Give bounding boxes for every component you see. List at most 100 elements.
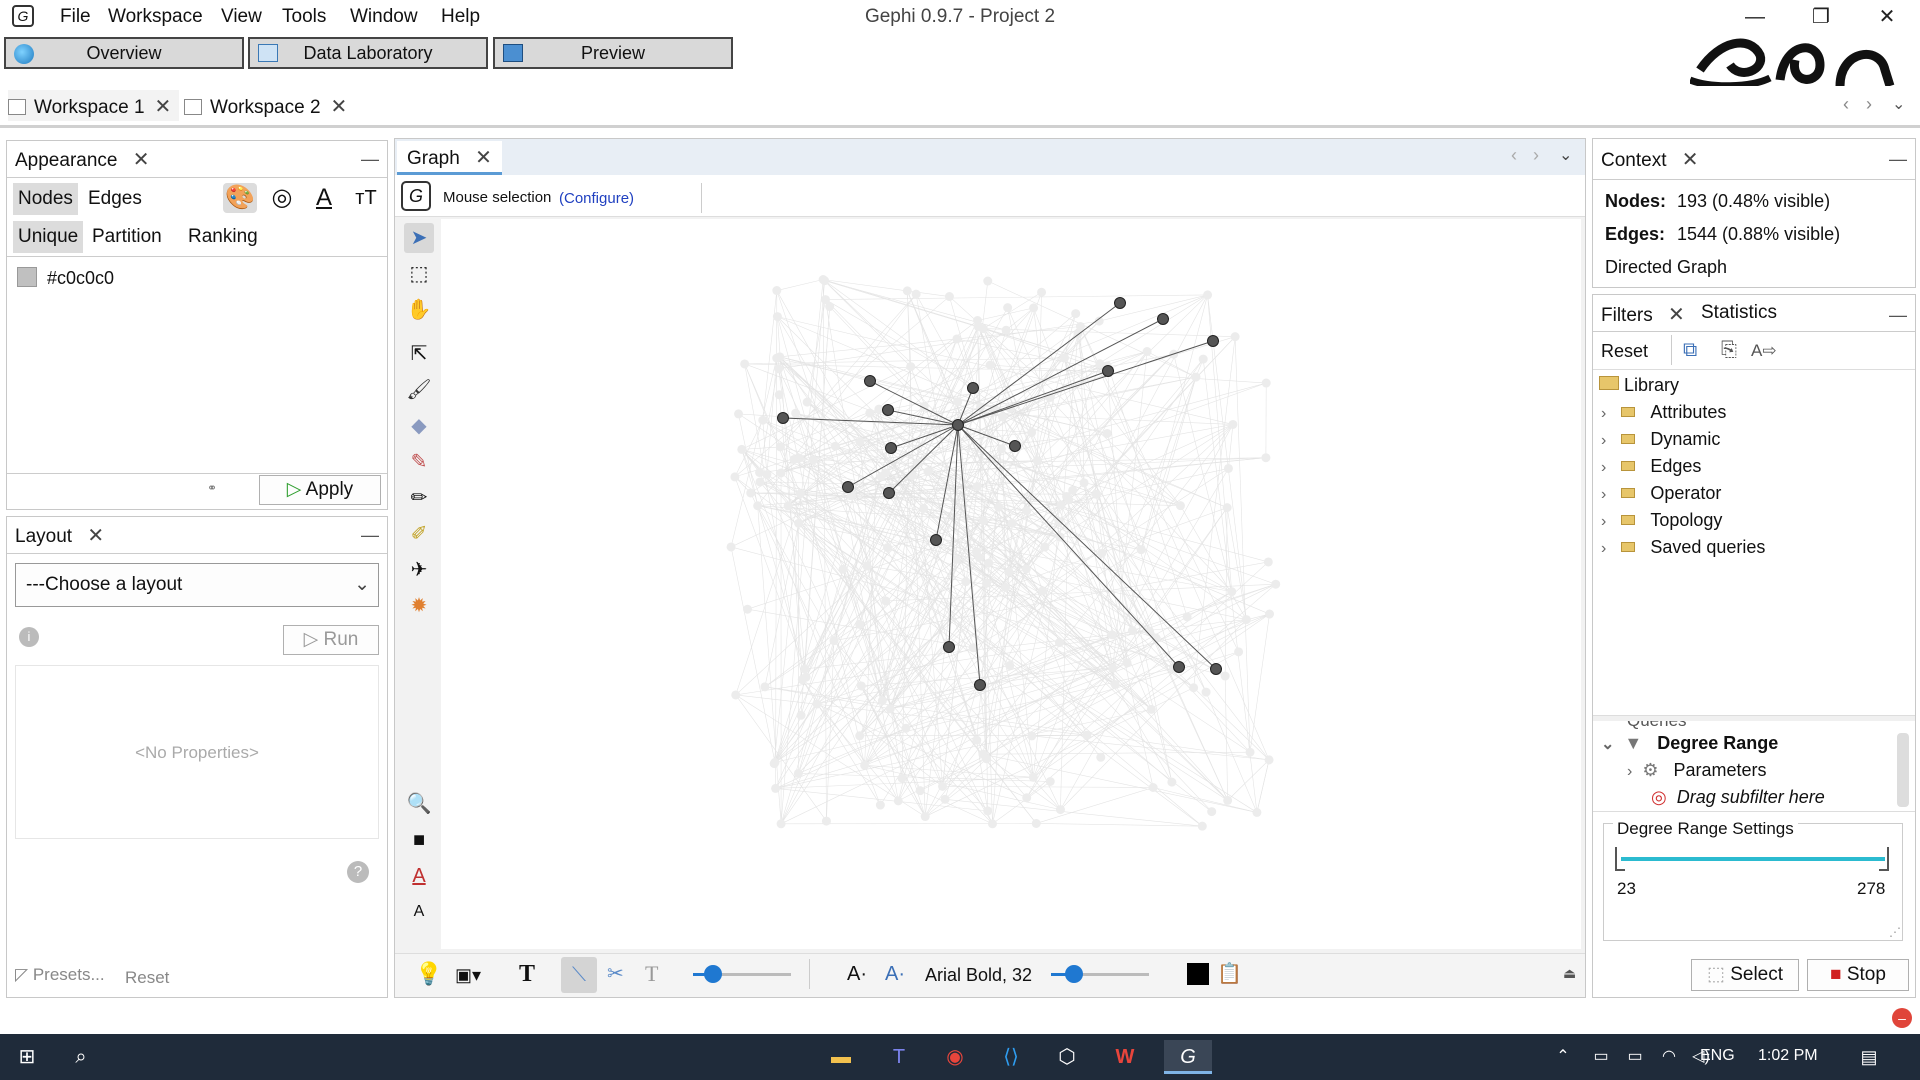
- close-window-button[interactable]: ✕: [1862, 2, 1912, 32]
- apply-button[interactable]: ▷ Apply: [259, 475, 381, 505]
- presets-button[interactable]: ◸ Presets...: [15, 965, 105, 985]
- edge-icon[interactable]: ⟍: [561, 957, 597, 993]
- highlighted-node[interactable]: [885, 442, 897, 454]
- close-icon[interactable]: ✕: [331, 96, 348, 118]
- highlighted-node[interactable]: [1009, 440, 1021, 452]
- library-item-operator[interactable]: › Operator: [1601, 483, 1721, 504]
- help-icon[interactable]: ?: [347, 861, 369, 883]
- lightbulb-icon[interactable]: 💡: [415, 961, 442, 987]
- tab-edges[interactable]: Edges: [83, 183, 147, 215]
- resize-grip-icon[interactable]: ⋰: [1889, 925, 1901, 939]
- layout-reset-button[interactable]: Reset: [125, 968, 169, 988]
- file-explorer-icon[interactable]: ▬: [824, 1040, 858, 1074]
- direct-select-icon[interactable]: ⇱: [404, 339, 434, 369]
- highlighted-node[interactable]: [882, 404, 894, 416]
- chevron-up-icon[interactable]: ⌃: [1546, 1040, 1580, 1074]
- close-icon[interactable]: ✕: [133, 149, 150, 171]
- background-color-icon[interactable]: ■: [404, 825, 434, 855]
- rectangle-select-icon[interactable]: ⬚: [404, 259, 434, 289]
- minimize-panel-icon[interactable]: —: [361, 525, 379, 546]
- settings-clipboard-icon[interactable]: 📋: [1217, 961, 1242, 986]
- search-icon[interactable]: ⌕: [64, 1040, 98, 1074]
- library-item-saved-queries[interactable]: › Saved queries: [1601, 537, 1765, 558]
- action-center-icon[interactable]: ▤: [1852, 1040, 1886, 1074]
- drag-hand-icon[interactable]: ✋: [404, 295, 434, 325]
- slider-thumb[interactable]: [704, 965, 722, 983]
- parameters-node[interactable]: › ⚙ Parameters: [1627, 760, 1767, 781]
- label-size-icon[interactable]: A: [404, 897, 434, 927]
- range-slider-min-thumb[interactable]: [1615, 847, 1625, 871]
- battery-icon[interactable]: ▭: [1618, 1040, 1652, 1074]
- highlighted-node[interactable]: [883, 487, 895, 499]
- info-icon[interactable]: i: [19, 627, 39, 647]
- color-swatch[interactable]: [1187, 963, 1209, 985]
- font-icon[interactable]: A·: [847, 963, 867, 986]
- highlighted-node[interactable]: [1114, 297, 1126, 309]
- highlighted-node[interactable]: [1173, 661, 1185, 673]
- menu-workspace[interactable]: Workspace: [108, 6, 203, 28]
- zoom-icon[interactable]: 🔍: [404, 789, 434, 819]
- rename-icon[interactable]: A⇨: [1751, 341, 1777, 361]
- library-item-dynamic[interactable]: › Dynamic: [1601, 429, 1720, 450]
- highlighted-node[interactable]: [842, 481, 854, 493]
- menu-tools[interactable]: Tools: [282, 6, 326, 28]
- language-indicator[interactable]: ENG: [1700, 1047, 1735, 1065]
- chrome-icon[interactable]: ◉: [938, 1040, 972, 1074]
- virtualbox-icon[interactable]: ⬡: [1050, 1040, 1084, 1074]
- tab-filters[interactable]: Filters ✕: [1601, 302, 1685, 327]
- degree-range-filter[interactable]: ⌄ ▼ Degree Range: [1601, 733, 1778, 754]
- highlighter-icon[interactable]: ✐: [404, 519, 434, 549]
- menu-window[interactable]: Window: [350, 6, 418, 28]
- size-icon[interactable]: ◎: [265, 183, 299, 213]
- export-icon[interactable]: ⧉: [1683, 339, 1697, 362]
- minimize-button[interactable]: —: [1730, 2, 1780, 32]
- queries-scrollbar[interactable]: [1897, 733, 1909, 807]
- collapse-icon[interactable]: ⏏: [1563, 965, 1576, 982]
- minimize-panel-icon[interactable]: —: [1889, 305, 1907, 326]
- highlighted-node[interactable]: [777, 412, 789, 424]
- highlighted-node[interactable]: [1207, 335, 1219, 347]
- library-item-attributes[interactable]: › Attributes: [1601, 402, 1726, 423]
- highlighted-node[interactable]: [1102, 365, 1114, 377]
- workspace-tab-2[interactable]: Workspace 2 ✕: [184, 90, 347, 124]
- workspace-tab-1[interactable]: Workspace 1 ✕: [8, 90, 180, 124]
- edge-color-icon[interactable]: ✂: [607, 961, 624, 986]
- clock[interactable]: 1:02 PM: [1758, 1047, 1818, 1065]
- screenshot-icon[interactable]: ▣▾: [455, 965, 481, 986]
- restore-button[interactable]: ❐: [1796, 2, 1846, 32]
- chain-icon[interactable]: ⚭: [207, 481, 217, 495]
- slider-thumb[interactable]: [1065, 965, 1083, 983]
- close-icon[interactable]: ✕: [1682, 149, 1699, 171]
- filters-reset-button[interactable]: Reset: [1601, 341, 1648, 362]
- wps-icon[interactable]: W: [1108, 1040, 1142, 1074]
- font-color-icon[interactable]: A·: [885, 963, 905, 986]
- tab-statistics[interactable]: Statistics: [1701, 302, 1777, 324]
- painter-icon[interactable]: ✎: [404, 447, 434, 477]
- vscode-icon[interactable]: ⟨⟩: [994, 1040, 1028, 1074]
- data-laboratory-button[interactable]: Data Laboratory: [248, 37, 488, 69]
- plane-icon[interactable]: ✈: [404, 555, 434, 585]
- teams-icon[interactable]: T: [882, 1040, 916, 1074]
- label-size-icon[interactable]: тT: [349, 183, 383, 213]
- highlighted-node[interactable]: [1157, 313, 1169, 325]
- layout-select[interactable]: ---Choose a layout ⌄: [15, 563, 379, 607]
- label-color-icon[interactable]: A: [307, 183, 341, 213]
- minimize-panel-icon[interactable]: —: [1889, 149, 1907, 170]
- highlighted-node[interactable]: [943, 641, 955, 653]
- stop-button[interactable]: ■ Stop: [1807, 959, 1909, 991]
- library-node[interactable]: Library: [1599, 375, 1679, 396]
- device-icon[interactable]: ▭: [1584, 1040, 1618, 1074]
- library-item-topology[interactable]: › Topology: [1601, 510, 1722, 531]
- range-slider-track[interactable]: [1621, 857, 1885, 861]
- select-button[interactable]: ⬚ Select: [1691, 959, 1799, 991]
- brush-icon[interactable]: 🖌: [404, 375, 434, 405]
- highlighted-node[interactable]: [952, 419, 964, 431]
- edge-label-icon[interactable]: T: [645, 961, 658, 987]
- chevron-down-icon[interactable]: ⌄: [1892, 94, 1905, 114]
- wifi-icon[interactable]: ◠: [1652, 1040, 1686, 1074]
- close-icon[interactable]: ✕: [87, 525, 104, 547]
- scroll-right-icon[interactable]: ›: [1533, 145, 1539, 166]
- drag-subfilter-target[interactable]: ◎ Drag subfilter here: [1651, 787, 1825, 808]
- color-swatch[interactable]: [17, 267, 37, 287]
- minimize-panel-icon[interactable]: —: [361, 149, 379, 170]
